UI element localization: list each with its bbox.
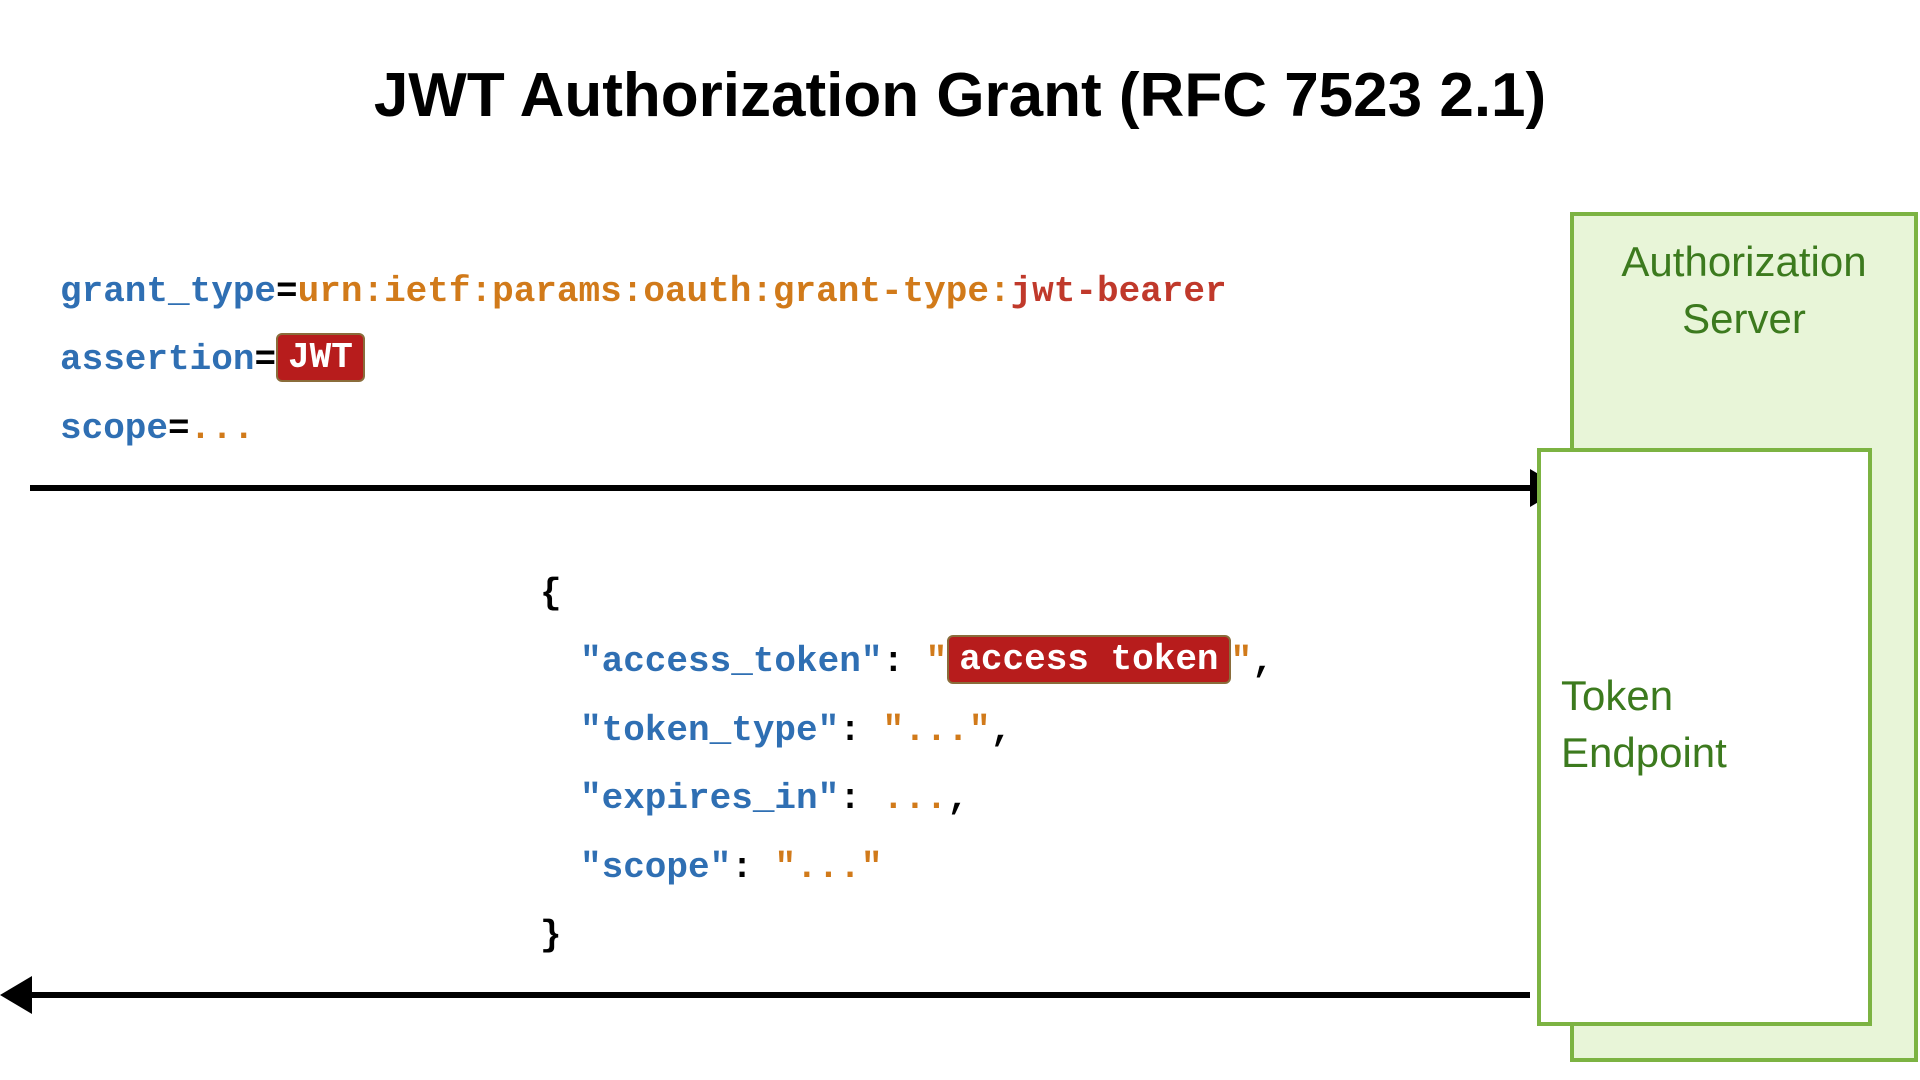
slide-title: JWT Authorization Grant (RFC 7523 2.1)	[0, 60, 1920, 131]
jwt-badge: JWT	[276, 333, 365, 382]
token-endpoint-box: Token Endpoint	[1537, 448, 1872, 1026]
scope-value: ...	[190, 408, 255, 449]
request-params: grant_type=urn:ietf:params:oauth:grant-t…	[60, 258, 1227, 463]
access-token-badge: access token	[947, 635, 1230, 684]
json-quote-close: "	[1231, 641, 1253, 682]
scope-key: scope	[60, 408, 168, 449]
authorization-server-label: Authorization Server	[1574, 234, 1914, 347]
token-type-value: "..."	[882, 710, 990, 751]
expires-in-value: ...	[882, 778, 947, 819]
token-type-key: "token_type"	[580, 710, 839, 751]
brace-open: {	[540, 560, 1274, 628]
json-comma: ,	[1252, 641, 1274, 682]
access-token-line: "access_token": "access token",	[540, 628, 1274, 696]
response-json: { "access_token": "access token", "token…	[540, 560, 1274, 970]
grant-type-suffix: jwt-bearer	[1011, 271, 1227, 312]
json-colon: :	[882, 641, 904, 682]
json-colon: :	[839, 710, 861, 751]
response-scope-key: "scope"	[580, 847, 731, 888]
json-colon: :	[839, 778, 861, 819]
equals-sign: =	[276, 271, 298, 312]
json-comma: ,	[991, 710, 1013, 751]
json-quote-open: "	[926, 641, 948, 682]
assertion-key: assertion	[60, 339, 254, 380]
response-scope-line: "scope": "..."	[540, 834, 1274, 902]
expires-in-line: "expires_in": ...,	[540, 765, 1274, 833]
grant-type-line: grant_type=urn:ietf:params:oauth:grant-t…	[60, 258, 1227, 326]
assertion-line: assertion=JWT	[60, 326, 1227, 394]
token-endpoint-label: Token Endpoint	[1561, 668, 1848, 781]
response-arrowhead-icon	[0, 976, 32, 1014]
equals-sign: =	[168, 408, 190, 449]
json-colon: :	[731, 847, 753, 888]
expires-in-key: "expires_in"	[580, 778, 839, 819]
json-comma: ,	[947, 778, 969, 819]
response-scope-value: "..."	[774, 847, 882, 888]
scope-line: scope=...	[60, 395, 1227, 463]
brace-close: }	[540, 902, 1274, 970]
grant-type-key: grant_type	[60, 271, 276, 312]
token-type-line: "token_type": "...",	[540, 697, 1274, 765]
response-arrow	[30, 992, 1530, 998]
grant-type-prefix: urn:ietf:params:oauth:grant-type:	[298, 271, 1011, 312]
equals-sign: =	[254, 339, 276, 380]
request-arrow	[30, 485, 1530, 491]
access-token-key: "access_token"	[580, 641, 882, 682]
